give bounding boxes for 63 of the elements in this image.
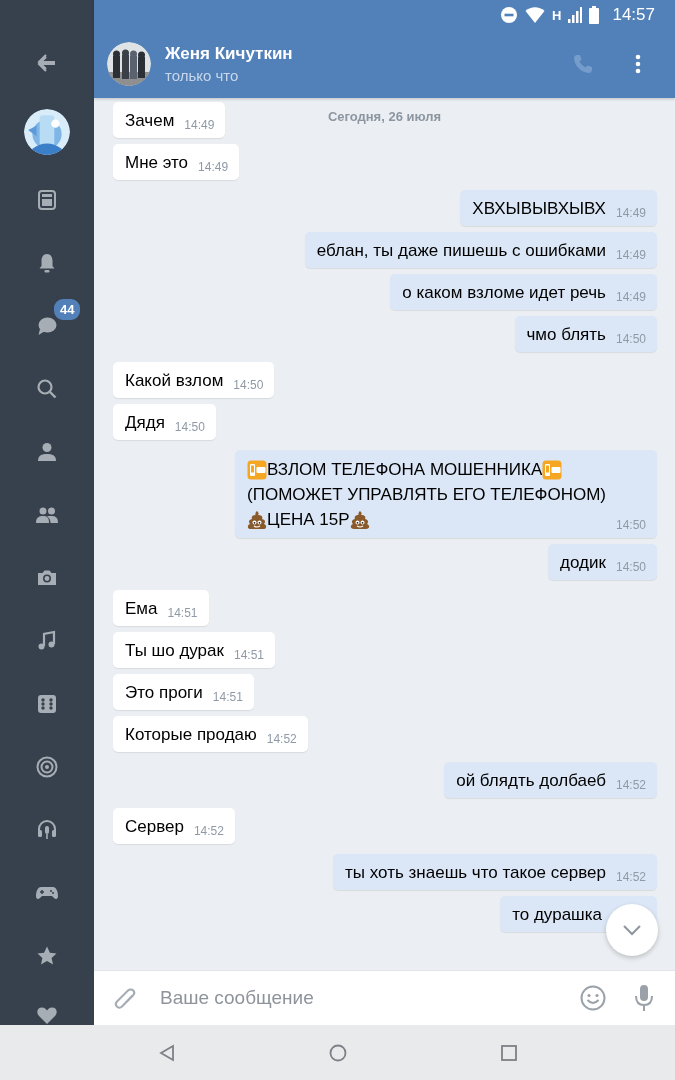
recents-icon[interactable] [499,1043,518,1062]
message-time: 14:49 [615,206,646,220]
message-time: 14:49 [184,118,215,132]
message-time: 14:52 [615,870,646,884]
more-icon[interactable] [635,54,641,74]
newspaper-icon[interactable] [35,187,59,212]
message-field[interactable]: Ваше сообщение [158,986,580,1010]
message-text: Которые продаю [125,724,257,745]
wifi-icon [525,6,546,24]
battery-icon [589,6,600,24]
message-time: 14:52 [266,732,297,746]
contact-name: Женя Кичуткин [165,44,294,64]
poop-emoji-icon [247,509,268,530]
message-text: Сервер [125,816,184,837]
message-text: додик [560,552,606,573]
search-icon[interactable] [35,376,59,401]
message-time: 14:50 [615,560,646,574]
headphones-icon[interactable] [35,817,59,842]
message-time: 14:51 [234,648,264,662]
message-text: еблан, ты даже пишешь с ошибками [316,240,606,261]
phone-off-emoji-icon [247,459,268,480]
message-text: Зачем [125,110,175,131]
message-time: 14:50 [615,518,646,532]
message-time: 14:51 [212,690,243,704]
target-icon[interactable] [35,754,59,779]
message-time: 14:50 [174,420,205,434]
signal-icon [568,7,583,23]
smiley-icon[interactable] [580,985,606,1011]
message-text: (ПОМОЖЕТ УПРАВЛЯТЬ ЕГО ТЕЛЕФОНОМ) [247,484,606,506]
message-time: 14:49 [615,248,646,262]
message-time: 14:50 [615,332,646,346]
do-not-disturb-icon [500,6,519,24]
message-time: 14:50 [233,378,264,392]
microphone-icon[interactable] [633,984,655,1012]
message-text: ой блядть долбаеб [456,770,606,791]
message-text: Мне это [125,152,189,173]
message-text: то дурашка [512,904,602,925]
message-text: о каком взломе идет речь [402,282,606,303]
back-icon[interactable] [157,1043,176,1062]
message-text: ЦЕНА 15Р [267,509,350,531]
message-text: ХВХЫВЫВХЫВХ [472,198,606,219]
poop-emoji-icon [349,509,370,530]
phone-off-emoji-icon [542,459,563,480]
message-text: Ты шо дурак [125,640,224,661]
date-label: Сегодня, 26 июля [327,109,442,124]
message-time: 14:49 [615,290,646,304]
message-time: 14:49 [198,160,229,174]
message-text: чмо блять [526,324,606,345]
message-time: 14:52 [615,778,646,792]
status-time: 14:57 [612,5,655,25]
online-status: только что [165,67,240,84]
message-text: Это проги [125,682,203,703]
chevron-down-icon [622,924,642,936]
message-text: Дядя [125,412,165,433]
message-text: Какой взлом [125,370,224,391]
network-type: H [552,7,562,23]
message-time: 14:52 [193,824,224,838]
message-time: 14:51 [167,606,198,620]
message-text: ВЗЛОМ ТЕЛЕФОНА МОШЕННИКА [267,459,543,481]
message-text: Ема [125,598,158,619]
unread-badge: 44 [52,297,83,322]
message-text: ты хоть знаешь что такое сервер [345,862,606,883]
home-icon[interactable] [328,1043,347,1062]
